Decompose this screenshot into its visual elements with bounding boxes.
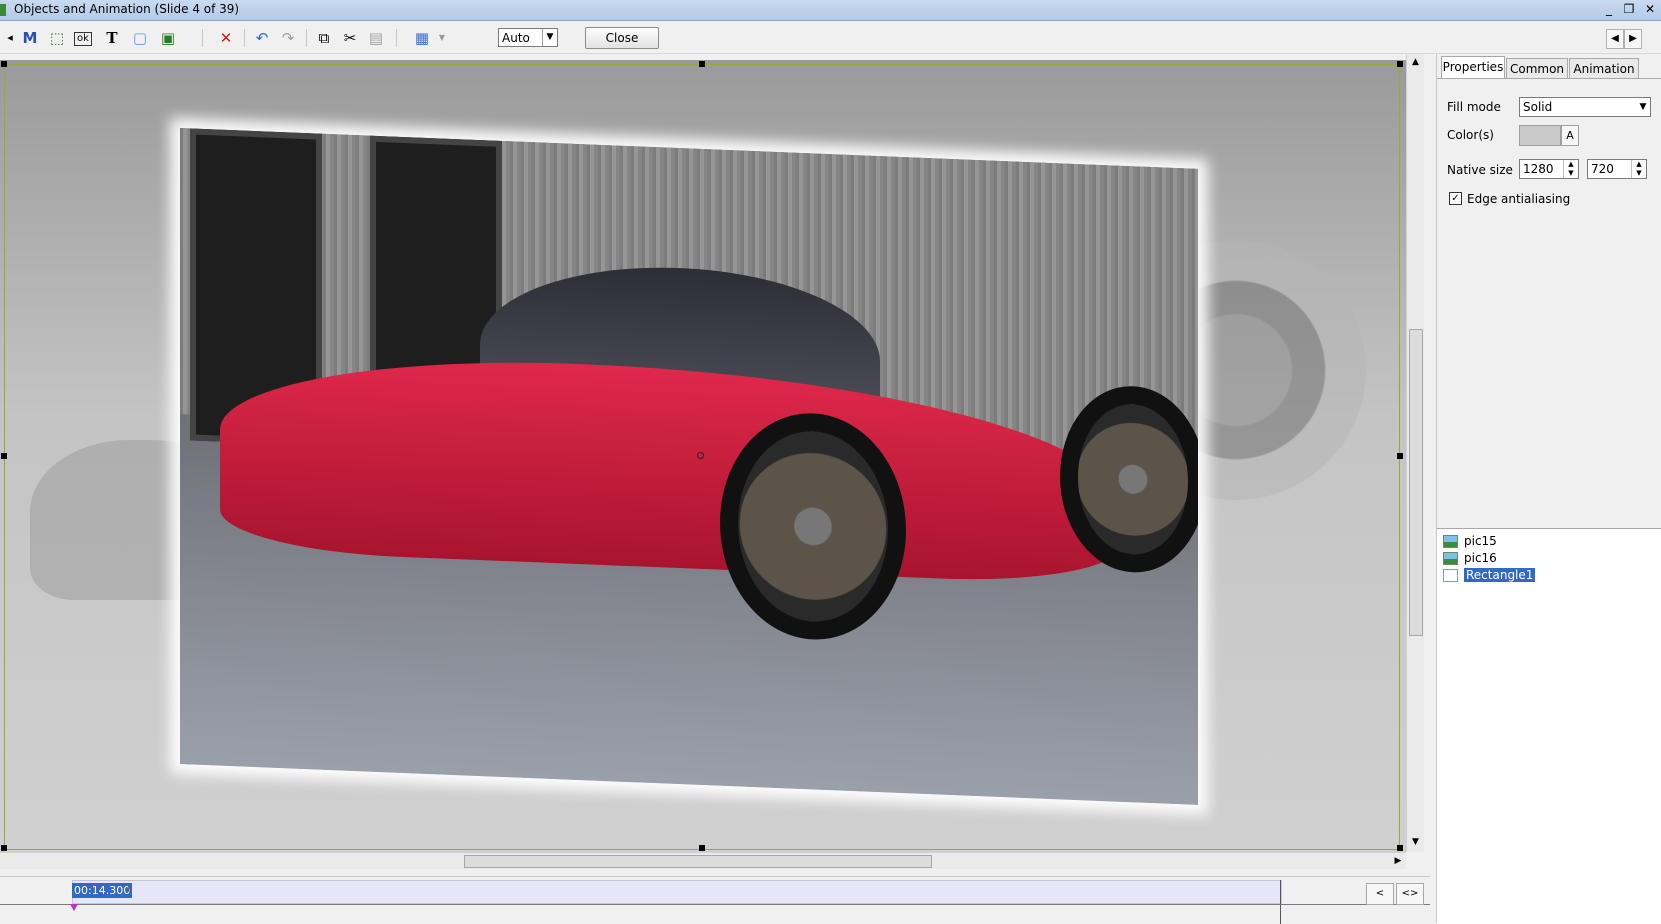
app-icon xyxy=(0,4,6,16)
cut-icon[interactable]: ✂ xyxy=(340,28,360,48)
picture-icon xyxy=(1443,552,1458,565)
native-height-value: 720 xyxy=(1591,162,1614,176)
copy-icon[interactable]: ⧉ xyxy=(314,28,334,48)
list-item[interactable]: Rectangle1 xyxy=(1443,567,1536,583)
native-height-stepper[interactable]: 720 ▲ ▼ xyxy=(1587,159,1647,179)
image-tool-icon[interactable]: ▣ xyxy=(158,28,178,48)
resize-handle-b[interactable] xyxy=(699,845,705,851)
pointer-tool-icon[interactable]: ◂ xyxy=(0,28,20,48)
stepper-arrows-icon[interactable]: ▲ ▼ xyxy=(1631,160,1646,178)
checkmark-icon[interactable]: ✓ xyxy=(1449,192,1462,205)
color-swatch[interactable] xyxy=(1519,125,1561,146)
objects-list: pic15 pic16 Rectangle1 xyxy=(1437,528,1661,924)
rotation-center-icon[interactable] xyxy=(697,452,704,459)
tab-common[interactable]: Common xyxy=(1506,58,1568,78)
zoom-value: Auto xyxy=(502,31,530,45)
chevron-down-icon[interactable]: ▼ xyxy=(1636,98,1650,116)
horizontal-scroll-thumb[interactable] xyxy=(464,855,932,868)
prev-slide-icon[interactable]: ◀ xyxy=(1606,29,1624,49)
native-width-stepper[interactable]: 1280 ▲ ▼ xyxy=(1519,159,1579,179)
grid-dropdown-icon[interactable]: ▼ xyxy=(432,28,452,48)
resize-handle-tr[interactable] xyxy=(1397,61,1403,67)
resize-handle-r[interactable] xyxy=(1397,453,1403,459)
color-picker-button[interactable]: A xyxy=(1561,125,1579,146)
list-item[interactable]: pic16 xyxy=(1443,550,1497,566)
zoom-select[interactable]: Auto ▼ xyxy=(498,28,558,47)
timeline-expand-button[interactable]: <> xyxy=(1396,883,1424,905)
native-width-value: 1280 xyxy=(1523,162,1554,176)
fill-mode-label: Fill mode xyxy=(1447,100,1501,114)
slide-canvas[interactable] xyxy=(0,60,1406,852)
resize-handle-bl[interactable] xyxy=(1,845,7,851)
delete-icon[interactable]: ✕ xyxy=(216,28,236,48)
stepper-arrows-icon[interactable]: ▲ ▼ xyxy=(1563,160,1578,178)
scroll-right-icon[interactable]: ▶ xyxy=(1390,853,1406,869)
vertical-scroll-thumb[interactable] xyxy=(1409,329,1423,636)
colors-label: Color(s) xyxy=(1447,128,1494,142)
close-window-icon[interactable]: ✕ xyxy=(1641,1,1659,18)
button-tool-icon[interactable]: ok xyxy=(74,32,92,46)
rectangle-tool-icon[interactable]: ▢ xyxy=(130,28,150,48)
fill-mode-select[interactable]: Solid ▼ xyxy=(1519,97,1651,117)
chevron-down-icon[interactable]: ▼ xyxy=(542,29,557,46)
timeline-track[interactable] xyxy=(72,880,1282,904)
paste-icon[interactable]: ▤ xyxy=(366,28,386,48)
edge-antialiasing-label: Edge antialiasing xyxy=(1467,191,1571,206)
tab-properties[interactable]: Properties xyxy=(1441,56,1505,79)
side-panel: Properties Common Animation Fill mode So… xyxy=(1436,54,1661,924)
timeline-end-marker xyxy=(1280,880,1281,924)
minimize-icon[interactable]: _ xyxy=(1600,1,1618,18)
fill-mode-value: Solid xyxy=(1523,100,1553,114)
vertical-scrollbar[interactable]: ▲ ▼ xyxy=(1406,54,1424,852)
grid-icon[interactable]: ▦ xyxy=(412,28,432,48)
title-bar: Objects and Animation (Slide 4 of 39) _ … xyxy=(0,0,1661,21)
resize-handle-t[interactable] xyxy=(699,61,705,67)
scroll-up-icon[interactable]: ▲ xyxy=(1407,54,1424,70)
add-keyframe-icon[interactable]: + xyxy=(124,882,133,895)
close-button[interactable]: Close xyxy=(585,27,659,49)
horizontal-scrollbar[interactable]: ▶ xyxy=(0,852,1406,869)
resize-handle-br[interactable] xyxy=(1397,845,1403,851)
text-tool-icon[interactable]: T xyxy=(102,28,122,48)
redo-icon[interactable]: ↷ xyxy=(278,28,298,48)
properties-pane: Fill mode Solid ▼ Color(s) A Native size… xyxy=(1437,78,1661,519)
scroll-down-icon[interactable]: ▼ xyxy=(1407,834,1424,850)
restore-icon[interactable]: ❐ xyxy=(1620,1,1638,18)
rectangle-icon xyxy=(1443,569,1458,582)
timeline-prev-button[interactable]: < xyxy=(1366,883,1394,905)
picture-icon xyxy=(1443,535,1458,548)
next-slide-icon[interactable]: ▶ xyxy=(1624,29,1642,49)
list-item[interactable]: pic15 xyxy=(1443,533,1497,549)
toolbar: ◂ M ⬚ ok T ▢ ▣ ✕ ↶ ↷ ⧉ ✂ ▤ ▦ ▼ Auto ▼ Cl… xyxy=(0,21,1661,54)
mask-tool-icon[interactable]: M xyxy=(20,28,40,48)
tab-animation[interactable]: Animation xyxy=(1569,58,1639,78)
window-title: Objects and Animation (Slide 4 of 39) xyxy=(14,2,240,16)
edge-antialiasing-checkbox[interactable]: ✓ Edge antialiasing xyxy=(1449,191,1570,206)
resize-handle-l[interactable] xyxy=(1,453,7,459)
timeline[interactable]: 00:14.300 + < <> xyxy=(0,876,1430,924)
undo-icon[interactable]: ↶ xyxy=(252,28,272,48)
frame-tool-icon[interactable]: ⬚ xyxy=(47,28,67,48)
playhead-marker-icon[interactable] xyxy=(70,904,78,911)
native-size-label: Native size xyxy=(1447,163,1513,177)
resize-handle-tl[interactable] xyxy=(1,61,7,67)
